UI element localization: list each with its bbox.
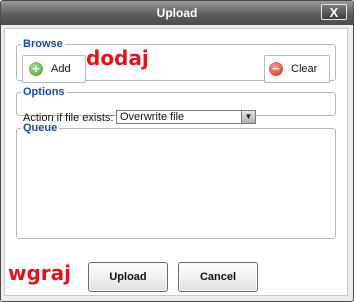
browse-legend: Browse: [23, 38, 63, 50]
dialog-body: Browse + Add − Clear Options Action if f…: [4, 28, 348, 296]
upload-dialog: Upload X Browse + Add − Clear Options Ac…: [0, 0, 354, 302]
annotation-add: dodaj: [86, 46, 149, 70]
clear-button[interactable]: − Clear: [264, 55, 330, 83]
clear-button-label: Clear: [291, 63, 318, 75]
add-button-label: Add: [51, 63, 71, 75]
title-bar[interactable]: Upload X: [1, 1, 353, 25]
cancel-button[interactable]: Cancel: [178, 262, 258, 292]
minus-icon: −: [269, 62, 283, 76]
queue-legend: Queue: [23, 122, 58, 134]
options-group: Options Action if file exists: Overwrite…: [16, 86, 336, 124]
annotation-upload: wgraj: [8, 261, 72, 285]
options-legend: Options: [23, 86, 65, 98]
queue-group: Queue: [16, 122, 336, 239]
plus-icon: +: [29, 62, 43, 76]
add-button[interactable]: + Add: [22, 55, 86, 83]
upload-button[interactable]: Upload: [88, 262, 168, 292]
dialog-title: Upload: [156, 6, 198, 20]
browse-group: Browse + Add − Clear: [16, 38, 336, 83]
close-button[interactable]: X: [321, 4, 347, 20]
